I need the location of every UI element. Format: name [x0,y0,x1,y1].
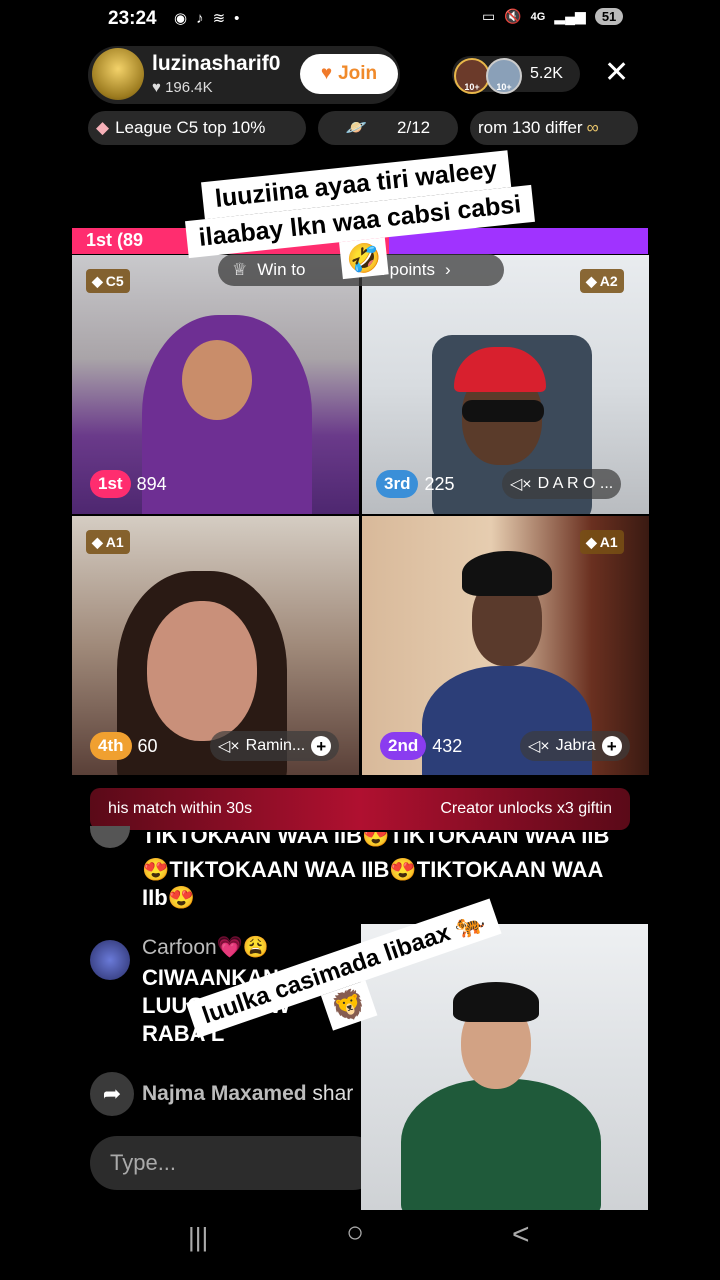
clock: 23:24 [108,8,157,29]
dot-icon: • [234,9,240,27]
status-bar: 23:24 ◉ ♪ ≋ • ▭ 🔇 4G ▂▄▆ 51 [0,0,720,38]
chat-message-cut: TIKTOKAAN WAA IIB😍TIKTOKAAN WAA IIB [142,832,610,848]
rank-badge: 4th [90,732,132,760]
player-3-name-chip[interactable]: ◁× Ramin... + [210,731,340,761]
player-2-rank: 3rd 225 [376,470,455,498]
chat-avatar[interactable] [90,826,130,848]
host-likes: ♥ 196.4K [152,79,213,96]
home-button[interactable]: ○ [346,1216,364,1250]
muted-speaker-icon: ◁× [528,738,550,755]
share-button[interactable]: ➦ [90,1072,134,1116]
rank-badge: 2nd [380,732,427,760]
score: 432 [432,735,463,756]
join-button[interactable]: ♥ Join [300,54,398,94]
ticker-label: rom 130 differ [478,118,583,137]
player-4-name: Jabra [555,737,596,754]
share-icon: ➦ [102,1081,122,1106]
tiktok-icon: ♪ [196,9,204,27]
top-viewer-avatar-2[interactable]: 10+ [486,58,522,94]
heart-icon: ♥ [152,79,161,96]
score: 60 [137,735,158,756]
player-3-tier-badge: ◆ A1 [86,530,130,554]
player-2-tier-badge: ◆ A2 [580,269,624,293]
player-4-hair [462,551,552,596]
host-likes-count: 196.4K [165,79,213,96]
viewer-count: 5.2K [530,65,563,82]
notification-icons: ◉ ♪ ≋ • [174,9,240,28]
joiner-suffix: shar [312,1082,354,1105]
join-label: Join [338,63,378,84]
player-4-rank: 2nd 432 [380,732,462,760]
banner-right-text: Creator unlocks x3 giftin [440,800,612,817]
heart-plus-icon: ♥ [320,63,333,84]
chat-message-1: 😍TIKTOKAAN WAA IIB😍TIKTOKAAN WAA IIb😍 [142,857,604,910]
mute-icon: 🔇 [504,8,522,24]
infinity-icon: ∞ [586,118,599,137]
player-1-rank: 1st 894 [90,470,167,498]
activity-icon: ≋ [212,10,226,27]
host-name: luzinasharif0 [152,52,281,75]
player-2-glasses [462,400,544,422]
carfoon-avatar[interactable] [90,940,130,980]
battery-indicator: 51 [594,8,624,25]
laughing-emoji: 🤣 [338,237,390,280]
network-label: 4G [530,10,546,23]
gem-icon: ◆ [586,272,597,289]
comment-input[interactable]: Type... [90,1136,380,1190]
muted-speaker-icon: ◁× [510,476,532,493]
joiner-name[interactable]: Najma Maxamed [142,1082,307,1105]
player-4-name-chip[interactable]: ◁× Jabra + [520,731,630,761]
player-2-name: D A R O ... [537,475,614,492]
planet-icon: 🪐 [345,118,368,137]
diamond-icon: ◆ [96,118,110,137]
input-placeholder: Type... [110,1150,177,1175]
progress-label: 2/12 [397,118,431,137]
back-button[interactable]: < [512,1218,530,1252]
system-icons: ▭ 🔇 4G ▂▄▆ 51 [482,8,624,25]
pip-figure-body [401,1079,601,1210]
player-3-face [147,601,257,741]
cast-icon: ▭ [482,8,496,24]
muted-speaker-icon: ◁× [218,738,240,755]
ticker-chip[interactable]: rom 130 differ ∞ [470,111,638,145]
recent-apps-button[interactable]: ||| [188,1222,208,1253]
add-follow-icon[interactable]: + [601,736,622,756]
rank-badge: 3rd [376,470,419,498]
signal-icon: ▂▄▆ [554,8,586,24]
league-label: League C5 top 10% [115,118,266,137]
progress-chip[interactable]: 🪐 2/12 [318,111,458,145]
player-4-tier-badge: ◆ A1 [580,530,624,554]
league-chip[interactable]: ◆ League C5 top 10% [88,111,306,145]
gem-icon: ◆ [92,272,103,289]
battle-leader-label: 1st (89 [86,230,144,250]
gem-icon: ◆ [586,533,597,550]
score: 225 [424,473,455,494]
player-1-face [182,340,252,420]
player-1-tier-badge: ◆ C5 [86,269,130,293]
pip-figure-hair [453,982,539,1022]
match-banner[interactable]: his match within 30s Creator unlocks x3 … [90,788,630,830]
top-viewer-avatar-1[interactable]: 10+ [454,58,490,94]
rank-badge: 1st [90,470,131,498]
banner-left-text: his match within 30s [108,800,253,817]
score: 894 [136,473,167,494]
chat-username[interactable]: Carfoon💗😩 [142,936,269,960]
host-avatar[interactable] [92,48,144,100]
player-2-name-chip[interactable]: ◁× D A R O ... [502,469,622,499]
join-notice: Najma Maxamed shar [142,1082,353,1106]
messenger-icon: ◉ [174,10,188,27]
player-3-rank: 4th 60 [90,732,158,760]
gem-icon: ◆ [92,533,103,550]
close-icon[interactable]: ✕ [604,58,629,88]
add-follow-icon[interactable]: + [311,736,332,756]
player-3-name: Ramin... [245,737,306,754]
